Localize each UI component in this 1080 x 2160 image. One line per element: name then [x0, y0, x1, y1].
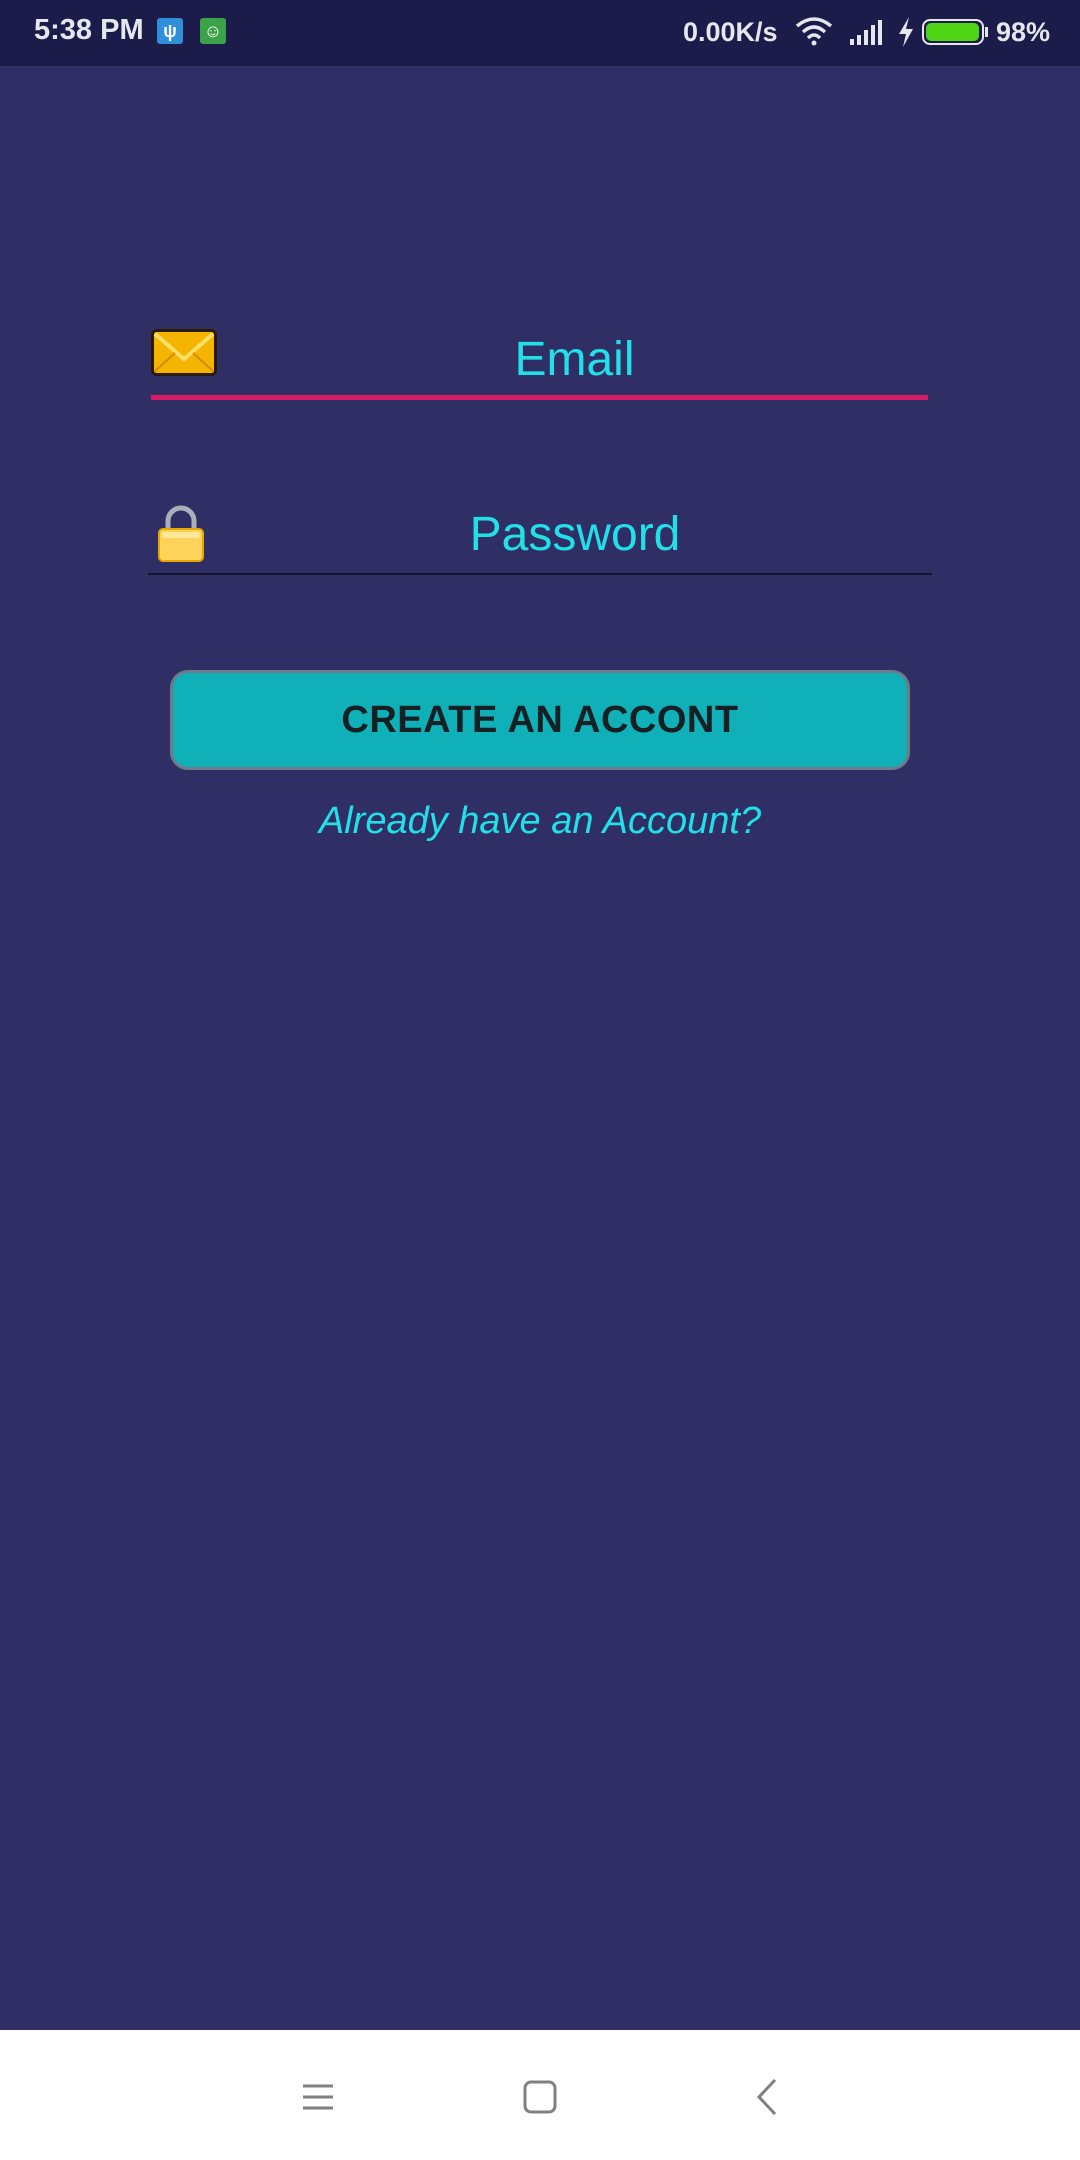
charging-icon: [899, 17, 913, 47]
email-input[interactable]: [221, 326, 928, 392]
usb-icon: ψ: [157, 18, 183, 44]
status-time: 5:38 PM: [34, 14, 144, 46]
battery-fill: [926, 23, 979, 41]
back-icon[interactable]: [743, 2072, 793, 2122]
navigation-bar: [0, 2030, 1080, 2160]
envelope-icon: [151, 329, 217, 376]
already-have-account-link[interactable]: Already have an Account?: [0, 800, 1080, 843]
battery-tip: [985, 27, 988, 37]
status-bar: 5:38 PM ψ ☺ 0.00K/s 98%: [0, 0, 1080, 66]
menu-icon[interactable]: [293, 2072, 343, 2122]
network-speed: 0.00K/s: [683, 17, 778, 47]
android-debug-icon: ☺: [200, 18, 226, 44]
wifi-icon: [795, 17, 833, 46]
create-account-button[interactable]: CREATE AN ACCONT: [170, 670, 910, 770]
password-field-container: [148, 495, 932, 575]
email-field-container: [151, 320, 928, 400]
battery-percent: 98%: [996, 17, 1051, 47]
password-underline: [148, 573, 932, 575]
password-input[interactable]: [218, 501, 932, 567]
signal-icon: [850, 20, 882, 45]
home-icon[interactable]: [515, 2072, 565, 2122]
lock-icon: [158, 505, 204, 562]
email-underline: [151, 395, 928, 400]
battery-icon: [922, 19, 984, 45]
